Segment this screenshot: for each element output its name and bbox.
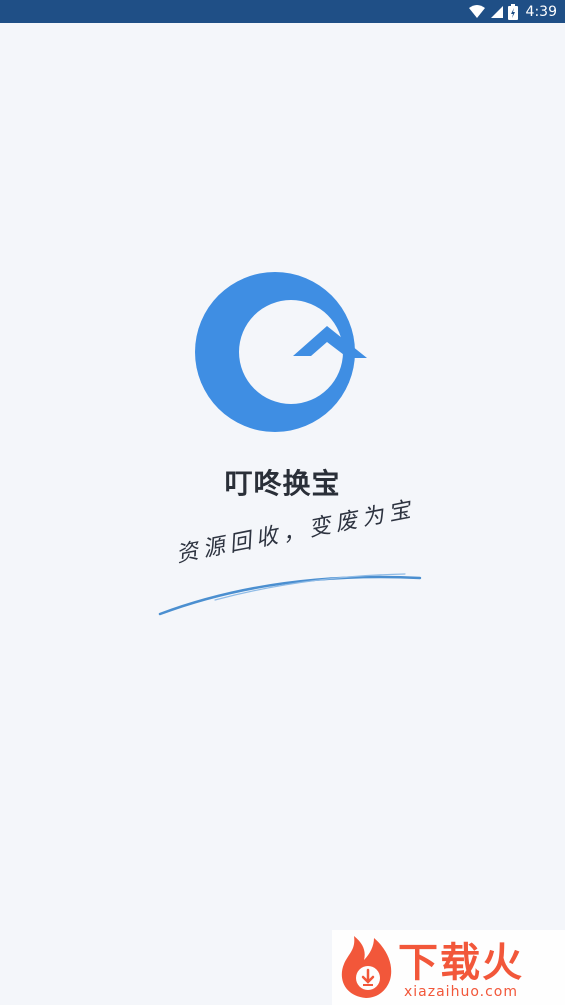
- status-icons: 4:39: [468, 0, 557, 23]
- slogan: 资源回收，变废为宝: [174, 496, 418, 568]
- watermark: 下载火 xiazaihuo.com: [332, 930, 565, 1005]
- status-bar: 4:39: [0, 0, 565, 23]
- battery-icon: [507, 3, 518, 20]
- signal-icon: [490, 5, 503, 18]
- recycle-arrow-logo-icon: [195, 272, 367, 432]
- wifi-icon: [468, 4, 485, 18]
- watermark-url: xiazaihuo.com: [404, 984, 518, 1000]
- status-time: 4:39: [525, 3, 557, 20]
- app-name: 叮咚换宝: [224, 467, 341, 500]
- fire-logo-icon: [341, 936, 392, 998]
- swoosh-decoration: [158, 573, 422, 616]
- watermark-title: 下载火: [398, 940, 524, 986]
